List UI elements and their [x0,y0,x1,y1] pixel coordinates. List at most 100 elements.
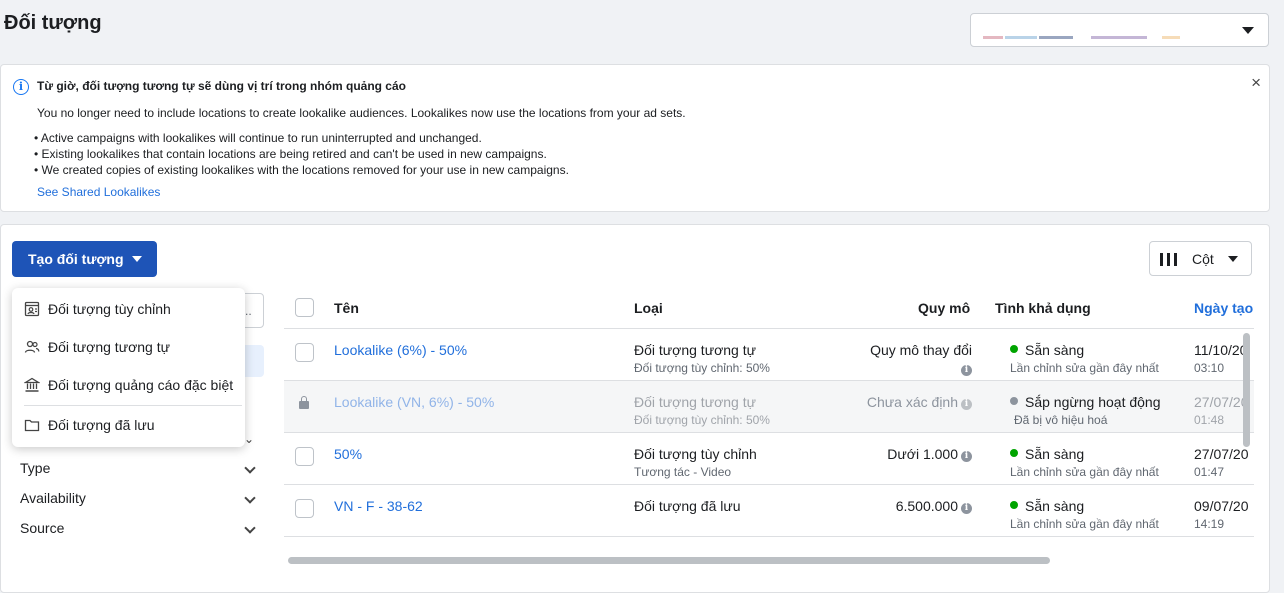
availability-status: Sẵn sàng [1010,498,1084,514]
audience-size: 6.500.000 [895,498,958,514]
chevron-down-icon [244,462,256,474]
see-shared-lookalikes-link[interactable]: See Shared Lookalikes [37,185,160,199]
columns-button[interactable]: Cột [1149,241,1252,276]
menu-item-label: Đối tượng tùy chỉnh [48,301,171,317]
table-row[interactable]: Lookalike (6%) - 50% Đối tượng tương tự … [284,329,1254,381]
institution-icon [24,377,40,392]
menu-item-label: Đối tượng tương tự [48,339,170,355]
audience-type: Đối tượng tương tự [634,342,756,358]
caret-down-icon [1228,256,1238,262]
audience-table: Tên Loại Quy mô Tình khả dụng Ngày tạo L… [284,290,1254,552]
close-icon[interactable]: × [1251,73,1261,93]
menu-item-custom-audience[interactable]: Đối tượng tùy chỉnh [12,294,245,324]
availability-status: Sẵn sàng [1010,342,1084,358]
date-created: 09/07/20 [1194,498,1249,514]
row-checkbox[interactable] [295,499,314,518]
audience-name-link[interactable]: Lookalike (VN, 6%) - 50% [334,394,494,410]
caret-down-icon [1242,27,1254,34]
column-header-type[interactable]: Loại [634,300,663,316]
menu-item-label: Đối tượng quảng cáo đặc biệt [48,377,234,393]
horizontal-scrollbar[interactable] [288,557,1050,564]
audience-name-link[interactable]: VN - F - 38-62 [334,498,423,514]
availability-status: Sẵn sàng [1010,446,1084,462]
ad-account-selector[interactable] [970,13,1269,47]
notice-bullet: • Active campaigns with lookalikes will … [34,131,482,145]
audience-name-link[interactable]: 50% [334,446,362,462]
filter-availability[interactable]: Availability [20,490,260,510]
info-icon[interactable]: i [958,446,972,462]
audience-type: Đối tượng tương tự [634,394,756,410]
status-dot [1010,397,1018,405]
lock-icon [299,396,309,409]
blurred-account-name [983,36,1003,39]
info-icon[interactable]: i [958,360,972,378]
status-label: Sẵn sàng [1025,498,1085,514]
lookalike-notice: i Từ giờ, đối tượng tương tự sẽ dùng vị … [0,64,1270,212]
blurred-account-name [1005,36,1037,39]
column-header-name[interactable]: Tên [334,300,359,316]
status-dot [1010,501,1018,509]
table-row[interactable]: Lookalike (VN, 6%) - 50% Đối tượng tương… [284,381,1254,433]
chevron-down-icon[interactable]: ⌄ [244,432,254,446]
audience-name-link[interactable]: Lookalike (6%) - 50% [334,342,467,358]
custom-audience-icon [24,301,40,317]
date-created: 11/10/20 [1194,342,1248,358]
chevron-down-icon [244,522,256,534]
row-divider [284,536,1254,537]
table-row[interactable]: 50% Đối tượng tùy chỉnh Tương tác - Vide… [284,433,1254,485]
audience-type: Đối tượng tùy chỉnh [634,446,757,462]
create-audience-label: Tạo đối tượng [28,251,124,267]
filter-type[interactable]: Type [20,460,260,480]
create-audience-button[interactable]: Tạo đối tượng [12,241,157,277]
notice-body: You no longer need to include locations … [37,106,686,120]
audience-subtype: Tương tác - Video [634,465,732,479]
time-created: 01:48 [1194,413,1225,427]
page-title: Đối tượng [4,12,102,34]
info-icon: i [13,79,29,95]
audience-size: Dưới 1.000 [887,446,958,462]
columns-label: Cột [1192,251,1214,267]
date-created: 27/07/20 [1194,446,1249,462]
filter-label: Type [20,460,51,476]
filter-label: Source [20,520,65,536]
notice-bullets: • Active campaigns with lookalikes will … [34,130,569,178]
filter-label: Availability [20,490,86,506]
row-checkbox[interactable] [295,343,314,362]
status-dot [1010,449,1018,457]
table-row[interactable]: VN - F - 38-62 Đối tượng đã lưu 6.500.00… [284,485,1254,537]
info-icon[interactable]: i [958,498,972,514]
info-icon[interactable]: i [958,394,972,410]
time-created: 03:10 [1194,361,1225,375]
vertical-scrollbar[interactable] [1243,333,1250,447]
column-header-size[interactable]: Quy mô [918,300,970,316]
filter-source[interactable]: Source [20,520,260,540]
people-icon [24,340,40,353]
status-detail: Lần chỉnh sửa gần đây nhất [1010,361,1159,375]
audience-subtype: Đối tượng tùy chỉnh: 50% [634,361,770,375]
time-created: 14:19 [1194,517,1225,531]
menu-item-label: Đối tượng đã lưu [48,417,155,433]
column-header-availability[interactable]: Tình khả dụng [995,300,1091,316]
create-audience-menu: Đối tượng tùy chỉnh Đối tượng tương tự Đ… [12,288,245,447]
blurred-account-name [1162,36,1180,39]
caret-down-icon [132,256,142,262]
notice-bullet: • Existing lookalikes that contain locat… [34,147,547,161]
column-header-date-created[interactable]: Ngày tạo [1194,300,1253,316]
blurred-account-name [1091,36,1147,39]
status-detail: Lần chỉnh sửa gần đây nhất [1010,517,1159,531]
select-all-checkbox[interactable] [295,298,314,317]
menu-item-lookalike-audience[interactable]: Đối tượng tương tự [12,332,245,362]
status-dot [1010,345,1018,353]
menu-item-saved-audience[interactable]: Đối tượng đã lưu [12,410,245,440]
row-checkbox[interactable] [295,447,314,466]
folder-icon [24,419,40,432]
status-label: Sắp ngừng hoạt động [1025,394,1161,410]
chevron-down-icon [244,492,256,504]
notice-bullet: • We created copies of existing lookalik… [34,163,569,177]
date-created: 27/07/20 [1194,394,1249,410]
audience-size: Chưa xác định [866,394,958,410]
audience-subtype: Đối tượng tùy chỉnh: 50% [634,413,770,427]
status-detail: Lần chỉnh sửa gần đây nhất [1010,465,1159,479]
menu-item-special-ad-audience[interactable]: Đối tượng quảng cáo đặc biệt [12,370,245,400]
availability-status: Sắp ngừng hoạt động [1010,394,1161,410]
